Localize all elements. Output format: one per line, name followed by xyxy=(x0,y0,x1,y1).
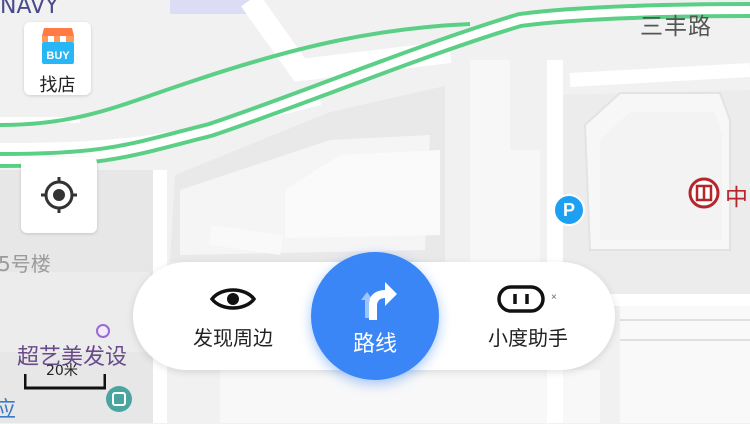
parking-icon[interactable]: P xyxy=(553,194,585,226)
map-label-bottom-left: 应 xyxy=(0,398,17,423)
map-label-zhong: 中 xyxy=(725,185,748,211)
scale-bar: 20米 xyxy=(24,360,106,390)
svg-text:×: × xyxy=(551,292,557,303)
svg-text:BUY: BUY xyxy=(46,50,70,62)
discover-nearby-label: 发现周边 xyxy=(193,326,273,350)
map-label-navy: NAVY xyxy=(0,0,59,19)
scale-ruler xyxy=(24,374,106,390)
route-label: 路线 xyxy=(352,332,397,357)
building-right-inner xyxy=(600,112,722,240)
assistant-button[interactable]: × 小度助手 xyxy=(463,262,593,370)
route-arrow-icon xyxy=(361,282,397,320)
building-label-5: 5号楼 xyxy=(0,252,51,276)
poi-dot-icon xyxy=(96,324,110,338)
store-finder-button[interactable]: BUY 找店 xyxy=(24,22,91,96)
route-button[interactable]: 路线 xyxy=(311,252,439,380)
road-label-sanfeng: 三丰路 xyxy=(640,14,712,40)
building-bottom-right xyxy=(620,300,750,423)
store-icon: BUY xyxy=(42,28,74,64)
building-bottom xyxy=(220,370,600,423)
store-finder-label: 找店 xyxy=(39,75,76,96)
discover-nearby-button[interactable]: 发现周边 xyxy=(173,262,293,370)
locate-icon xyxy=(41,177,77,213)
metro-icon[interactable] xyxy=(105,385,133,413)
water-area xyxy=(170,0,250,14)
assistant-label: 小度助手 xyxy=(488,326,568,350)
bank-icon[interactable] xyxy=(688,177,720,209)
locate-button[interactable] xyxy=(21,157,97,233)
svg-text:P: P xyxy=(563,200,575,220)
eye-icon xyxy=(209,288,257,310)
assistant-icon: × xyxy=(497,285,557,313)
